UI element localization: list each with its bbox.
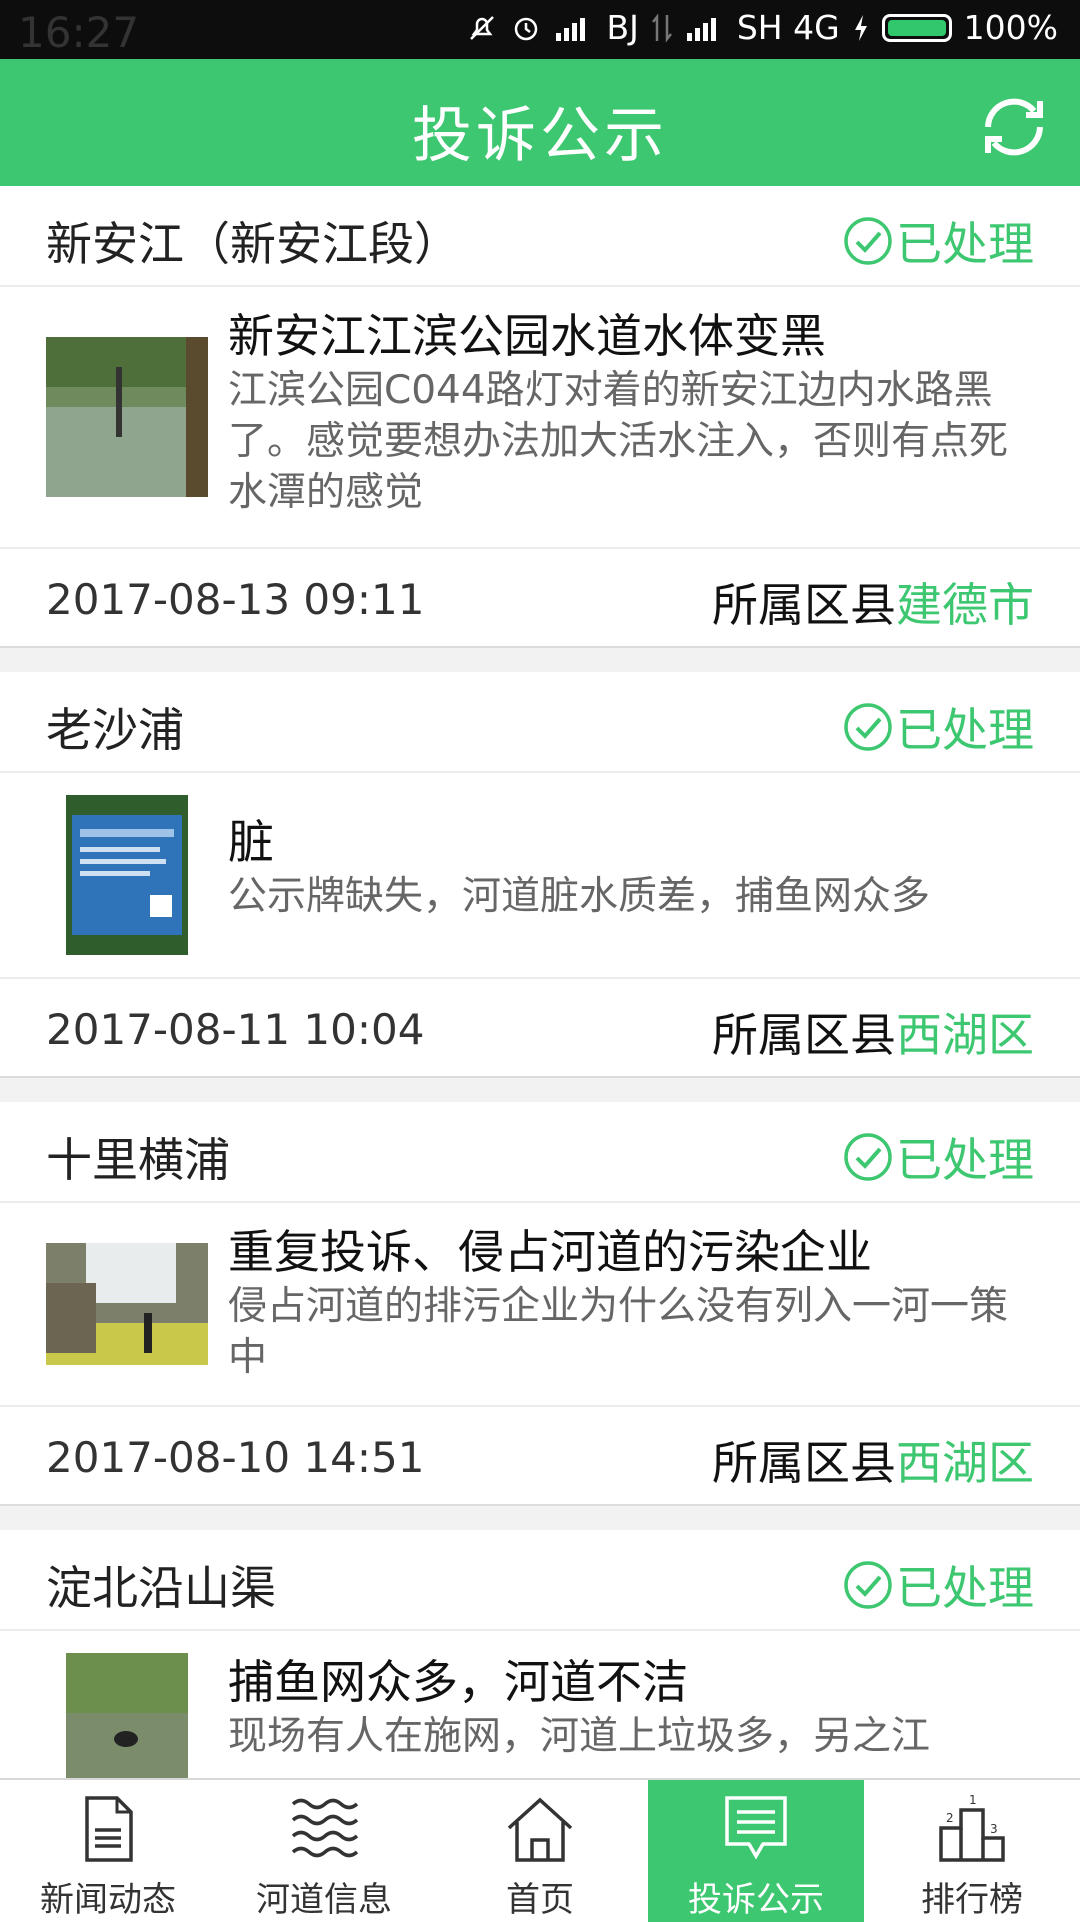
status-text: 已处理 xyxy=(896,1561,1034,1615)
card-header: 淀北沿山渠 已处理 xyxy=(0,1530,1080,1631)
district-value: 建德市 xyxy=(896,578,1034,632)
card-body[interactable]: 脏 公示牌缺失，河道脏水质差，捕鱼网众多 xyxy=(0,773,1080,979)
alarm-icon xyxy=(515,17,538,40)
card-footer: 2017-08-11 10:04 所属区县西湖区 xyxy=(0,979,1080,1076)
card-footer: 2017-08-13 09:11 所属区县建德市 xyxy=(0,549,1080,646)
tab-label: 排行榜 xyxy=(921,1880,1023,1920)
page-title: 投诉公示 xyxy=(412,101,668,171)
card-header: 十里横浦 已处理 xyxy=(0,1102,1080,1203)
complaint-photo xyxy=(46,309,208,525)
tab-river-info[interactable]: 河道信息 xyxy=(216,1780,432,1922)
complaint-description: 侵占河道的排污企业为什么没有列入一河一策中 xyxy=(228,1284,1009,1380)
district: 所属区县建德市 xyxy=(712,569,1034,635)
status-badge: 已处理 xyxy=(842,208,1034,274)
check-circle-icon xyxy=(844,1561,892,1609)
data-arrows-icon xyxy=(651,12,672,43)
complaint-time: 2017-08-10 14:51 xyxy=(46,1433,425,1482)
carrier-sh: SH 4G xyxy=(736,8,840,47)
check-circle-icon xyxy=(844,703,892,751)
tab-label: 首页 xyxy=(506,1880,574,1920)
complaint-card[interactable]: 十里横浦 已处理 重复投诉、侵占河道的污染企业 侵占河道的排污企业为什么没有列入… xyxy=(0,1102,1080,1506)
svg-text:2: 2 xyxy=(946,1811,954,1825)
status-time: 16:27 xyxy=(18,8,140,57)
district-value: 西湖区 xyxy=(896,1008,1034,1062)
status-badge: 已处理 xyxy=(842,1124,1034,1190)
tab-label: 投诉公示 xyxy=(688,1880,824,1920)
app-bar: 投诉公示 xyxy=(0,59,1080,186)
svg-text:1: 1 xyxy=(969,1793,977,1807)
complaint-photo xyxy=(46,795,208,955)
home-icon xyxy=(507,1797,573,1862)
river-name: 新安江（新安江段） xyxy=(46,217,460,271)
signal-icon xyxy=(556,17,586,41)
bottom-tab-bar: 新闻动态 河道信息 首页 投诉公示 1 2 3 排行榜 xyxy=(0,1778,1080,1922)
complaint-card[interactable]: 淀北沿山渠 已处理 捕鱼网众多，河道不洁 现场有人在施网，河道上垃圾多，另之江 xyxy=(0,1530,1080,1778)
status-bar: 16:27 BJ SH 4G 100% xyxy=(0,0,1080,59)
card-body[interactable]: 捕鱼网众多，河道不洁 现场有人在施网，河道上垃圾多，另之江 xyxy=(0,1631,1080,1778)
signal-icon-2 xyxy=(686,17,716,41)
card-body[interactable]: 新安江江滨公园水道水体变黑 江滨公园C044路灯对着的新安江边内水路黑了。感觉要… xyxy=(0,287,1080,549)
status-text: 已处理 xyxy=(896,1133,1034,1187)
tab-ranking[interactable]: 1 2 3 排行榜 xyxy=(864,1780,1080,1922)
complaint-list[interactable]: 新安江（新安江段） 已处理 新安江江滨公园水道水体变黑 江滨公园C044路灯对着… xyxy=(0,186,1080,1778)
document-icon xyxy=(85,1796,133,1862)
complaint-photo xyxy=(46,1653,208,1778)
mute-icon xyxy=(470,15,495,40)
complaint-subject: 脏 xyxy=(228,815,274,869)
tab-complaints[interactable]: 投诉公示 xyxy=(648,1780,864,1922)
card-body[interactable]: 重复投诉、侵占河道的污染企业 侵占河道的排污企业为什么没有列入一河一策中 xyxy=(0,1203,1080,1407)
complaint-description: 公示牌缺失，河道脏水质差，捕鱼网众多 xyxy=(228,874,931,919)
district-label: 所属区县 xyxy=(712,1008,896,1062)
status-text: 已处理 xyxy=(896,703,1034,757)
complaint-subject: 重复投诉、侵占河道的污染企业 xyxy=(228,1225,872,1279)
card-footer: 2017-08-10 14:51 所属区县西湖区 xyxy=(0,1407,1080,1504)
complaint-time: 2017-08-11 10:04 xyxy=(46,1005,425,1054)
check-circle-icon xyxy=(844,217,892,265)
card-header: 新安江（新安江段） 已处理 xyxy=(0,186,1080,287)
battery-level: 100% xyxy=(963,8,1058,47)
card-header: 老沙浦 已处理 xyxy=(0,672,1080,773)
message-icon xyxy=(725,1796,787,1860)
complaint-description: 现场有人在施网，河道上垃圾多，另之江 xyxy=(228,1714,931,1759)
refresh-icon[interactable] xyxy=(974,87,1054,167)
district-label: 所属区县 xyxy=(712,578,896,632)
complaint-subject: 新安江江滨公园水道水体变黑 xyxy=(228,309,826,363)
podium-icon: 1 2 3 xyxy=(939,1793,1005,1862)
complaint-card[interactable]: 新安江（新安江段） 已处理 新安江江滨公园水道水体变黑 江滨公园C044路灯对着… xyxy=(0,186,1080,648)
waves-icon xyxy=(291,1798,359,1858)
battery-icon xyxy=(881,13,952,42)
river-name: 老沙浦 xyxy=(46,703,184,757)
district: 所属区县西湖区 xyxy=(712,999,1034,1065)
complaint-subject: 捕鱼网众多，河道不洁 xyxy=(228,1655,688,1709)
check-circle-icon xyxy=(844,1133,892,1181)
status-badge: 已处理 xyxy=(842,1552,1034,1618)
river-name: 淀北沿山渠 xyxy=(46,1561,276,1615)
status-text: 已处理 xyxy=(896,217,1034,271)
tab-home[interactable]: 首页 xyxy=(432,1780,648,1922)
status-icons: BJ SH 4G 100% xyxy=(466,8,1058,47)
complaint-card[interactable]: 老沙浦 已处理 脏 公示牌缺失，河道脏水质差，捕鱼网众多 2017-08-11 … xyxy=(0,672,1080,1078)
complaint-time: 2017-08-13 09:11 xyxy=(46,575,425,624)
district: 所属区县西湖区 xyxy=(712,1427,1034,1493)
complaint-photo xyxy=(46,1225,208,1383)
tab-label: 新闻动态 xyxy=(40,1880,176,1920)
charging-icon xyxy=(854,14,867,41)
tab-news[interactable]: 新闻动态 xyxy=(0,1780,216,1922)
carrier-bj: BJ xyxy=(606,8,639,47)
district-label: 所属区县 xyxy=(712,1436,896,1490)
status-badge: 已处理 xyxy=(842,694,1034,760)
tab-label: 河道信息 xyxy=(256,1880,392,1920)
complaint-description: 江滨公园C044路灯对着的新安江边内水路黑了。感觉要想办法加大活水注入，否则有点… xyxy=(228,368,1009,515)
river-name: 十里横浦 xyxy=(46,1133,230,1187)
district-value: 西湖区 xyxy=(896,1436,1034,1490)
svg-text:3: 3 xyxy=(990,1822,998,1836)
